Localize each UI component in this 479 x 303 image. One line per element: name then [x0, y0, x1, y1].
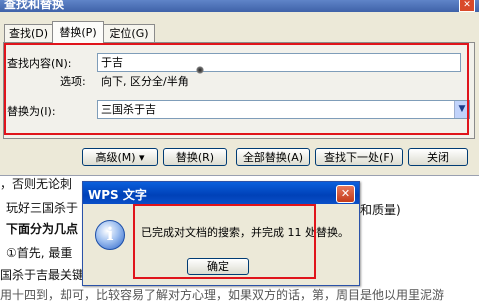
info-icon: i [95, 220, 125, 250]
replace-all-button[interactable]: 全部替换(A) [236, 148, 310, 166]
find-next-button[interactable]: 查找下一处(F) [315, 148, 403, 166]
message-title-bar: WPS 文字 ✕ [83, 182, 359, 204]
dialog-title-bar: 查找和替换 ✕ [0, 0, 479, 12]
document-line: 和质量) [360, 203, 401, 217]
document-line: 国杀于吉最关键 [0, 268, 83, 282]
tab-replace[interactable]: 替换(P) [52, 21, 104, 44]
dialog-title: 查找和替换 [4, 0, 65, 11]
close-icon[interactable]: ✕ [459, 0, 475, 12]
tab-goto[interactable]: 定位(G) [103, 24, 155, 43]
find-replace-dialog: 查找和替换 ✕ 查找(D) 替换(P) 定位(G) 查找内容(N): 于吉 选项… [0, 0, 479, 176]
message-title: WPS 文字 [88, 188, 147, 202]
replace-button[interactable]: 替换(R) [163, 148, 227, 166]
tab-find[interactable]: 查找(D) [4, 24, 53, 43]
advanced-button[interactable]: 高级(M) ▾ [82, 148, 158, 166]
document-line: 用十四到，却可，比较容易了解对方心理，如果双方的话，第，周目是他以用里泥游 [0, 288, 445, 302]
highlight-box-message [133, 204, 316, 279]
document-line: 下面分为几点 [6, 222, 79, 236]
document-line: ①首先, 最重 [6, 246, 73, 260]
close-button[interactable]: 关闭 [408, 148, 468, 166]
close-icon[interactable]: ✕ [336, 185, 355, 203]
document-line: 玩好三国杀于 [6, 201, 79, 215]
document-line: ，否则无论刺 [0, 177, 73, 191]
highlight-box-fields [4, 43, 469, 135]
